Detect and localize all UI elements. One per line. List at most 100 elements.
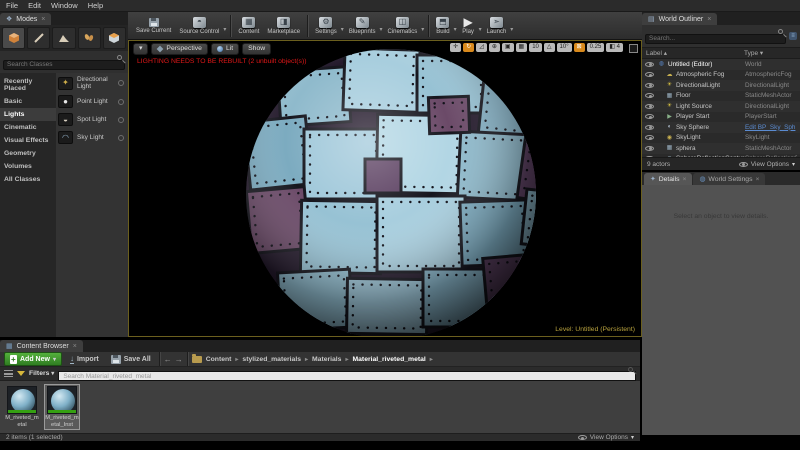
surface-snap-icon[interactable]: ▣ (501, 43, 514, 53)
world-local-toggle-icon[interactable]: ⊕ (488, 43, 500, 53)
outliner-row[interactable]: ▦ Floor StaticMeshActor (642, 90, 800, 101)
geometry-mode-button[interactable] (102, 27, 127, 49)
point-light-item[interactable]: ● Point Light (58, 95, 126, 108)
launch-caret-icon[interactable]: ▾ (510, 26, 513, 33)
category-basic[interactable]: Basic (0, 95, 56, 108)
viewport-options-button[interactable]: ▾ (133, 43, 149, 56)
filter-funnel-icon[interactable] (17, 371, 25, 376)
lit-button[interactable]: Lit (210, 43, 240, 56)
category-geometry[interactable]: Geometry (0, 147, 56, 160)
marketplace-button[interactable]: ◨ Marketplace (263, 13, 304, 39)
world-outliner-tab[interactable]: ▤ World Outliner × (642, 13, 718, 25)
visibility-eye-icon[interactable] (645, 72, 654, 78)
drag-grip-icon[interactable] (118, 116, 124, 123)
asset-tile-material[interactable]: M_riveted_metal (4, 384, 40, 430)
import-button[interactable]: ↓ Import (66, 354, 103, 365)
outliner-row[interactable]: ◐ Sky Sphere Edit BP_Sky_Sph (642, 122, 800, 133)
category-cinematic[interactable]: Cinematic (0, 121, 56, 134)
play-button[interactable]: ▶ Play (458, 13, 479, 39)
outliner-filter-icon[interactable]: ≡ (789, 32, 797, 40)
show-button[interactable]: Show (242, 43, 272, 56)
level-viewport[interactable]: ▾ Perspective Lit Show ✛ ↻ ◿ ⊕ ▣ ▦ 10 △ … (128, 40, 642, 337)
rotate-tool-icon[interactable]: ↻ (463, 43, 475, 53)
outliner-row[interactable]: ◍ Untitled (Editor) World (642, 59, 800, 70)
breadcrumb-material-riveted-metal[interactable]: Material_riveted_metal (352, 356, 425, 363)
asset-search-input[interactable] (58, 371, 636, 381)
drag-grip-icon[interactable] (118, 80, 124, 86)
outliner-row[interactable]: ◉ SkyLight SkyLight (642, 132, 800, 143)
foliage-mode-button[interactable] (77, 27, 101, 49)
paint-mode-button[interactable] (27, 27, 51, 49)
visibility-eye-icon[interactable] (645, 61, 654, 67)
category-visual-effects[interactable]: Visual Effects (0, 134, 56, 147)
drag-grip-icon[interactable] (118, 98, 124, 105)
filters-button[interactable]: Filters ▾ (29, 370, 54, 377)
modes-search-input[interactable] (3, 59, 125, 70)
outliner-view-options-button[interactable]: View Options ▾ (738, 161, 795, 168)
launch-button[interactable]: ➣ Launch (483, 13, 511, 39)
breadcrumb-content[interactable]: Content (206, 356, 232, 363)
cinematics-caret-icon[interactable]: ▾ (421, 26, 424, 33)
visibility-eye-icon[interactable] (645, 145, 654, 151)
grid-snap-icon[interactable]: ▦ (515, 43, 528, 53)
cinematics-button[interactable]: ◫ Cinematics (384, 13, 422, 39)
category-lights[interactable]: Lights (0, 108, 56, 121)
visibility-eye-icon[interactable] (645, 93, 654, 99)
asset-tile-material-instance[interactable]: M_riveted_metal_Inst (44, 384, 80, 431)
landscape-mode-button[interactable] (52, 27, 76, 49)
scale-snap-value[interactable]: 0.25 (586, 43, 605, 53)
content-button[interactable]: ▦ Content (234, 13, 263, 39)
build-caret-icon[interactable]: ▾ (454, 26, 457, 33)
source-control-button[interactable]: ◓ Source Control (175, 13, 223, 39)
visibility-eye-icon[interactable] (645, 156, 654, 157)
close-icon[interactable]: × (707, 16, 711, 23)
grid-snap-value[interactable]: 10 (529, 43, 542, 53)
drag-grip-icon[interactable] (118, 134, 124, 141)
angle-snap-value[interactable]: 10° (556, 43, 572, 53)
add-new-button[interactable]: Add New ▾ (4, 352, 62, 366)
visibility-eye-icon[interactable] (645, 114, 654, 120)
modes-tab[interactable]: ❖ Modes × (0, 13, 52, 25)
back-arrow-icon[interactable]: ← (164, 355, 172, 364)
directional-light-item[interactable]: ✦ Directional Light (58, 76, 126, 90)
place-mode-button[interactable] (2, 27, 26, 49)
angle-snap-icon[interactable]: △ (543, 43, 555, 53)
build-button[interactable]: ⬒ Build (432, 13, 453, 39)
settings-button[interactable]: ⚙ Settings (311, 13, 341, 39)
close-icon[interactable]: × (682, 176, 686, 183)
camera-speed-button[interactable]: ◧ 4 (606, 43, 623, 53)
category-all-classes[interactable]: All Classes (0, 173, 56, 186)
maximize-viewport-icon[interactable] (629, 44, 638, 53)
visibility-eye-icon[interactable] (645, 103, 654, 109)
forward-arrow-icon[interactable]: → (175, 355, 183, 364)
scale-tool-icon[interactable]: ◿ (476, 43, 487, 53)
translate-tool-icon[interactable]: ✛ (450, 43, 462, 53)
breadcrumb-stylized-materials[interactable]: stylized_materials (242, 356, 301, 363)
label-column-header[interactable]: Label ▴ (646, 49, 744, 57)
visibility-eye-icon[interactable] (645, 135, 654, 141)
outliner-row[interactable]: ▦ sphera StaticMeshActor (642, 143, 800, 154)
category-volumes[interactable]: Volumes (0, 160, 56, 173)
outliner-row[interactable]: ☀ Light Source DirectionalLight (642, 101, 800, 112)
scale-snap-icon[interactable]: ⊠ (573, 43, 585, 53)
perspective-button[interactable]: Perspective (151, 43, 208, 56)
save-current-button[interactable]: Save Current (132, 13, 175, 39)
blueprints-caret-icon[interactable]: ▾ (380, 26, 383, 33)
sources-panel-icon[interactable] (4, 370, 13, 377)
menu-file[interactable]: File (6, 1, 18, 10)
edit-blueprint-link[interactable]: Edit BP_Sky_Sph (745, 124, 797, 131)
menu-edit[interactable]: Edit (28, 1, 41, 10)
content-browser-tab[interactable]: ▦ Content Browser × (0, 340, 83, 352)
details-tab[interactable]: ✦ Details × (644, 173, 693, 185)
play-caret-icon[interactable]: ▾ (479, 26, 482, 33)
visibility-eye-icon[interactable] (645, 82, 654, 88)
outliner-row[interactable]: ▶ Player Start PlayerStart (642, 111, 800, 122)
cb-view-options-button[interactable]: View Options ▾ (577, 434, 634, 441)
menu-help[interactable]: Help (88, 1, 103, 10)
source-control-caret-icon[interactable]: ▾ (223, 26, 226, 33)
type-column-header[interactable]: Type ▾ (744, 49, 796, 57)
outliner-search-input[interactable] (645, 33, 786, 44)
outliner-row[interactable]: ☀ DirectionalLight DirectionalLight (642, 80, 800, 91)
world-settings-tab[interactable]: ◍ World Settings × (693, 173, 766, 185)
settings-caret-icon[interactable]: ▾ (341, 26, 344, 33)
